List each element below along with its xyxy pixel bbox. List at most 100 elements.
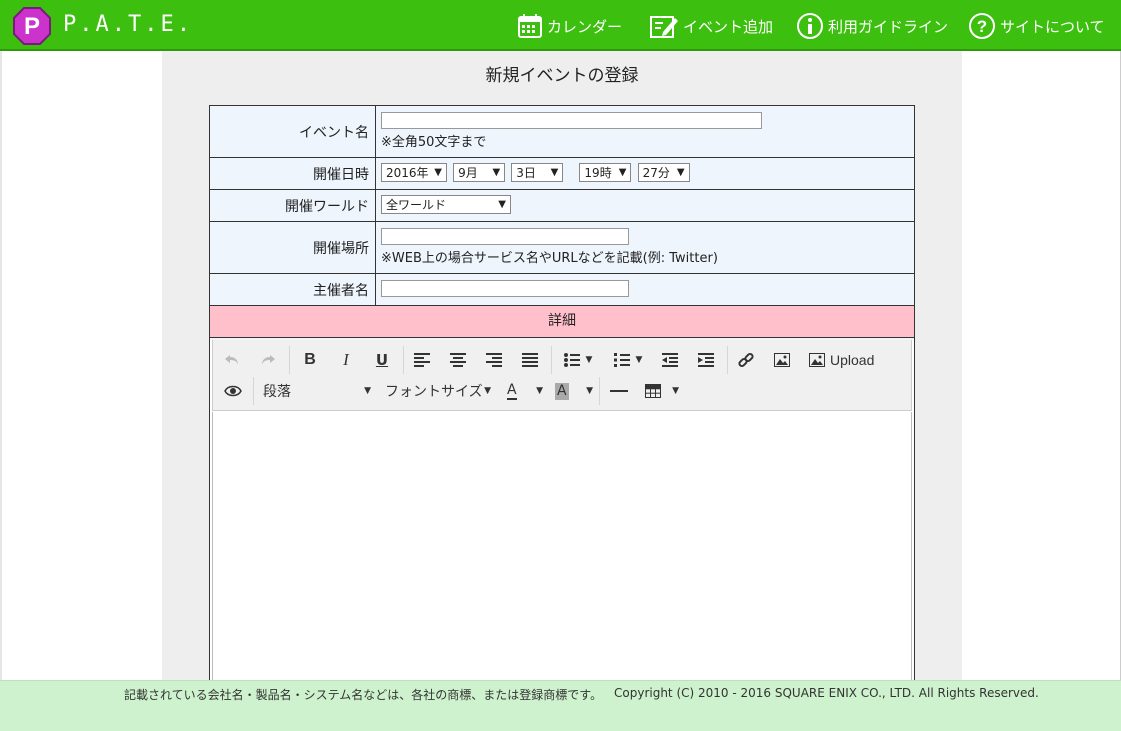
row-organizer: 主催者名 [210, 274, 914, 306]
align-right-button[interactable] [483, 348, 505, 372]
font-size-label: フォントサイズ [385, 384, 483, 400]
svg-text:?: ? [977, 17, 987, 36]
row-datetime: 開催日時 2016年 ▼ 9月 ▼ 3日 ▼ 19時 ▼ 27分 ▼ [210, 158, 914, 190]
dropdown-arrow-icon: ▼ [536, 386, 543, 396]
link-icon [738, 352, 754, 368]
top-bar: P P.A.T.E. カレンダー イベント追加 利用ガイドライン ? サイトにつ… [0, 0, 1121, 51]
font-size-select[interactable]: フォントサイズ ▼ [385, 379, 491, 403]
hour-select[interactable]: 19時 ▼ [579, 163, 632, 182]
organizer-label: 主催者名 [210, 274, 376, 305]
dropdown-arrow-icon: ▼ [635, 355, 643, 365]
preview-button[interactable] [221, 379, 245, 403]
paragraph-select[interactable]: 段落 ▼ [263, 379, 371, 403]
image-button[interactable] [771, 348, 793, 372]
minute-value: 27分 [642, 166, 670, 180]
paragraph-label: 段落 [263, 384, 291, 400]
world-value: 全ワールド [386, 198, 447, 212]
justify-icon [522, 353, 538, 367]
dropdown-arrow-icon: ▼ [586, 386, 593, 396]
editor-toolbar: B I U ▼ ▼ Upload 段落 ▼ フォントサイズ ▼ A ▼ A ▼ … [212, 340, 912, 411]
minute-select[interactable]: 27分 ▼ [637, 163, 690, 182]
eye-icon [224, 385, 242, 397]
bullet-list-button[interactable]: ▼ [559, 348, 597, 372]
underline-button[interactable]: U [371, 348, 393, 372]
event-form: イベント名 ※全角50文字まで 開催日時 2016年 ▼ 9月 ▼ 3日 ▼ 19時 ▼… [209, 105, 915, 691]
indent-button[interactable] [695, 348, 717, 372]
world-select[interactable]: 全ワールド ▼ [381, 195, 511, 214]
justify-button[interactable] [519, 348, 541, 372]
align-center-button[interactable] [447, 348, 469, 372]
redo-button[interactable] [257, 348, 279, 372]
bold-button[interactable]: B [299, 348, 321, 372]
undo-icon [225, 355, 238, 365]
world-label: 開催ワールド [210, 190, 376, 221]
place-label: 開催場所 [210, 222, 376, 273]
site-name[interactable]: P.A.T.E. [63, 12, 193, 37]
datetime-label: 開催日時 [210, 158, 376, 189]
italic-button[interactable]: I [335, 348, 357, 372]
upload-image-icon [809, 353, 825, 367]
table-icon [645, 384, 661, 398]
month-value: 9月 [458, 166, 478, 180]
italic-icon: I [343, 350, 349, 369]
month-select[interactable]: 9月 ▼ [453, 163, 506, 182]
dropdown-arrow-icon: ▼ [434, 167, 442, 178]
align-left-button[interactable] [411, 348, 433, 372]
align-right-icon [486, 353, 502, 367]
year-value: 2016年 [386, 166, 429, 180]
nav-about-label: サイトについて [1000, 17, 1105, 36]
link-button[interactable] [735, 348, 757, 372]
dropdown-arrow-icon: ▼ [498, 199, 506, 210]
outdent-icon [662, 353, 678, 367]
place-input[interactable] [381, 228, 629, 245]
nav-add-event[interactable]: イベント追加 [649, 12, 773, 40]
horizontal-rule-button[interactable] [609, 379, 629, 403]
footer: 記載されている会社名・製品名・システム名などは、各社の商標、または登録商標です。… [0, 680, 1121, 731]
organizer-input[interactable] [381, 280, 629, 297]
table-button[interactable]: ▼ [645, 379, 679, 403]
dropdown-arrow-icon: ▼ [550, 167, 559, 178]
numbered-list-button[interactable]: ▼ [609, 348, 647, 372]
event-name-note: ※全角50文字まで [381, 135, 487, 150]
align-left-icon [414, 353, 430, 367]
dropdown-arrow-icon: ▼ [618, 167, 627, 178]
dropdown-arrow-icon: ▼ [676, 167, 685, 178]
numbered-list-icon [613, 353, 630, 367]
nav-about[interactable]: ? サイトについて [968, 12, 1105, 40]
background-color-button[interactable]: A ▼ [555, 379, 593, 403]
text-color-button[interactable]: A ▼ [507, 379, 543, 403]
place-note: ※WEB上の場合サービス名やURLなどを記載(例: Twitter) [381, 251, 718, 266]
footer-copyright: Copyright (C) 2010 - 2016 SQUARE ENIX CO… [614, 686, 1039, 700]
nav-guideline-label: 利用ガイドライン [828, 17, 949, 36]
nav-calendar[interactable]: カレンダー [517, 12, 622, 40]
outdent-button[interactable] [659, 348, 681, 372]
year-select[interactable]: 2016年 ▼ [381, 163, 447, 182]
row-world: 開催ワールド 全ワールド ▼ [210, 190, 914, 222]
hour-value: 19時 [584, 166, 612, 180]
left-border [0, 51, 2, 731]
indent-icon [698, 353, 714, 367]
align-center-icon [450, 353, 466, 367]
day-value: 3日 [516, 166, 536, 180]
bold-icon: B [304, 351, 316, 368]
upload-button[interactable]: Upload [809, 348, 879, 372]
page-title: 新規イベントの登録 [485, 66, 639, 86]
dropdown-arrow-icon: ▼ [364, 386, 371, 396]
nav-guideline[interactable]: 利用ガイドライン [796, 12, 948, 40]
image-icon [774, 353, 790, 367]
row-event-name: イベント名 ※全角50文字まで [210, 106, 914, 158]
rich-text-editor: B I U ▼ ▼ Upload 段落 ▼ フォントサイズ ▼ A ▼ A ▼ … [210, 340, 914, 690]
nav-calendar-label: カレンダー [547, 17, 623, 36]
undo-button[interactable] [221, 348, 243, 372]
underline-icon: U [375, 351, 389, 369]
footer-trademark: 記載されている会社名・製品名・システム名などは、各社の商標、または登録商標です。 [124, 688, 603, 702]
dropdown-arrow-icon: ▼ [492, 167, 501, 178]
logo-icon[interactable]: P [13, 7, 51, 45]
day-select[interactable]: 3日 ▼ [511, 163, 564, 182]
redo-icon [262, 355, 275, 365]
editor-content-area[interactable] [212, 412, 912, 690]
logo-letter: P [24, 13, 40, 40]
calendar-icon [518, 14, 542, 38]
event-name-input[interactable] [381, 112, 762, 129]
info-icon [797, 13, 823, 39]
